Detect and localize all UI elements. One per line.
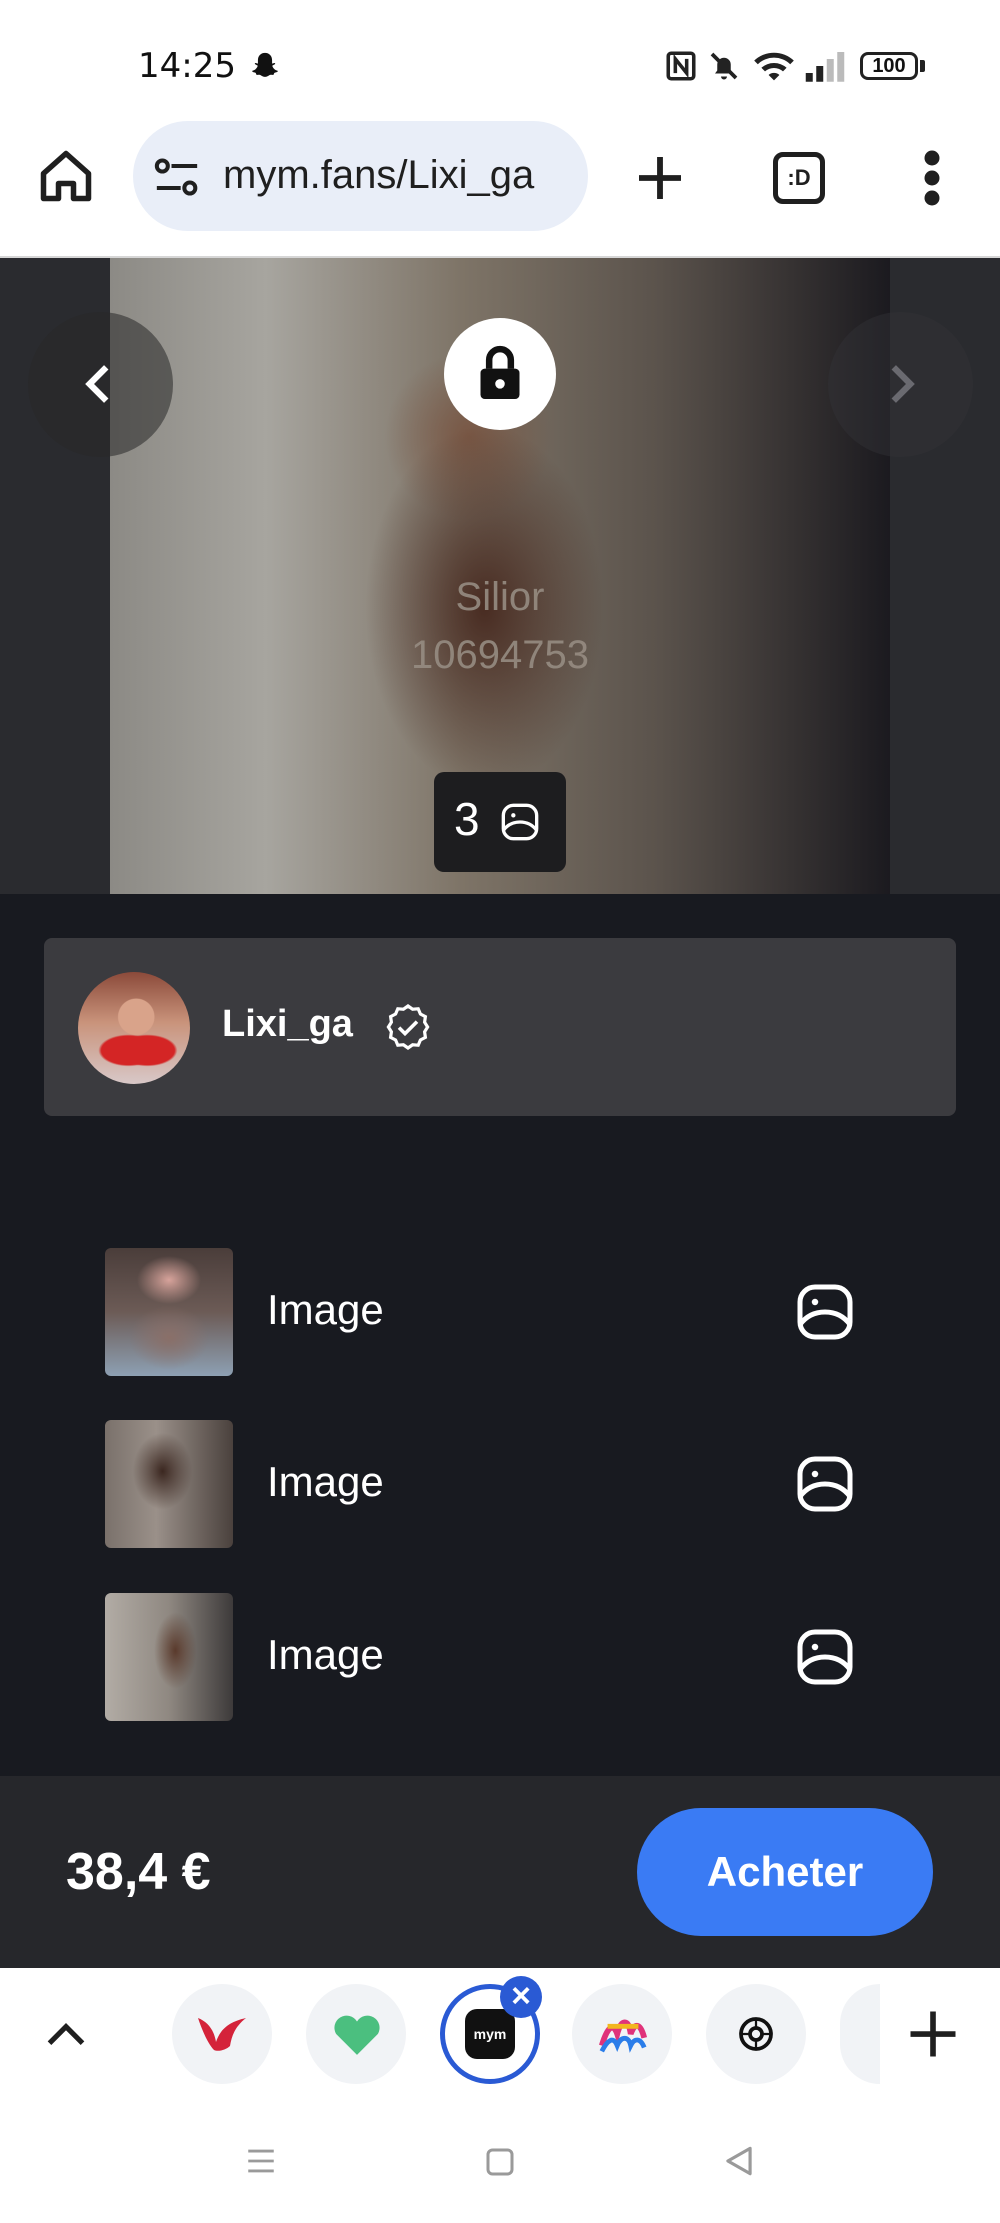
- list-item[interactable]: Image: [0, 1242, 1000, 1382]
- media-count-badge: 3: [434, 772, 566, 872]
- home-nav-icon[interactable]: [482, 2144, 518, 2180]
- battery-indicator: 100: [860, 52, 918, 80]
- next-button[interactable]: [828, 312, 973, 457]
- image-type-icon: [797, 1284, 853, 1340]
- thumbnail-image: [105, 1593, 233, 1721]
- colorful-logo-icon: [599, 2019, 648, 2053]
- tab-chip[interactable]: [306, 1984, 406, 2084]
- previous-button[interactable]: [28, 312, 173, 457]
- price: 38,4 €: [66, 1843, 211, 1901]
- tab-chip[interactable]: [172, 1984, 272, 2084]
- signal-icon: [805, 52, 845, 82]
- tab-chip[interactable]: [706, 1984, 806, 2084]
- url-text[interactable]: mym.fans/Lixi_ga: [223, 153, 583, 198]
- lock-icon: [480, 345, 520, 399]
- site-settings-icon[interactable]: [153, 155, 201, 199]
- watermark-line-1: Silior: [455, 575, 545, 619]
- address-bar[interactable]: mym.fans/Lixi_ga: [133, 121, 588, 231]
- more-menu-icon[interactable]: [920, 148, 944, 208]
- close-tab-button[interactable]: ×: [500, 1976, 542, 2018]
- item-label: Image: [267, 1631, 384, 1678]
- media-count: 3: [454, 793, 480, 845]
- verified-badge-icon: [386, 1004, 430, 1050]
- red-bird-logo-icon: [198, 2018, 246, 2051]
- aperture-icon: [739, 2017, 773, 2051]
- item-label: Image: [267, 1286, 384, 1333]
- wifi-icon: [754, 52, 794, 81]
- new-tab-button[interactable]: [632, 150, 688, 206]
- chevron-left-icon: [85, 365, 109, 403]
- tab-switcher-button[interactable]: :D: [773, 152, 825, 204]
- creator-avatar[interactable]: [78, 972, 190, 1084]
- recent-apps-icon[interactable]: [244, 2144, 278, 2178]
- creator-name[interactable]: Lixi_ga: [222, 1003, 353, 1046]
- tab-chip[interactable]: [572, 1984, 672, 2084]
- status-time: 14:25: [138, 46, 236, 86]
- buy-button[interactable]: Acheter: [637, 1808, 933, 1936]
- image-type-icon: [797, 1629, 853, 1685]
- list-item[interactable]: Image: [0, 1587, 1000, 1727]
- green-heart-icon: [334, 2015, 380, 2055]
- add-tab-icon[interactable]: [906, 2007, 960, 2061]
- mute-bell-icon: [710, 52, 738, 80]
- lock-badge: [444, 318, 556, 430]
- battery-tip: [920, 60, 925, 72]
- thumbnail-image: [105, 1420, 233, 1548]
- chevron-right-icon: [891, 365, 915, 403]
- image-type-icon: [501, 803, 539, 841]
- list-item[interactable]: Image: [0, 1414, 1000, 1554]
- back-nav-icon[interactable]: [720, 2142, 758, 2180]
- nfc-icon: [666, 51, 696, 81]
- snapchat-icon: [252, 52, 278, 77]
- item-label: Image: [267, 1458, 384, 1505]
- image-type-icon: [797, 1456, 853, 1512]
- watermark-line-2: 10694753: [411, 633, 589, 677]
- thumbnail-image: [105, 1248, 233, 1376]
- home-button[interactable]: [36, 146, 96, 206]
- mym-logo-icon: mym: [465, 2009, 515, 2059]
- chevron-up-icon[interactable]: [44, 2016, 88, 2052]
